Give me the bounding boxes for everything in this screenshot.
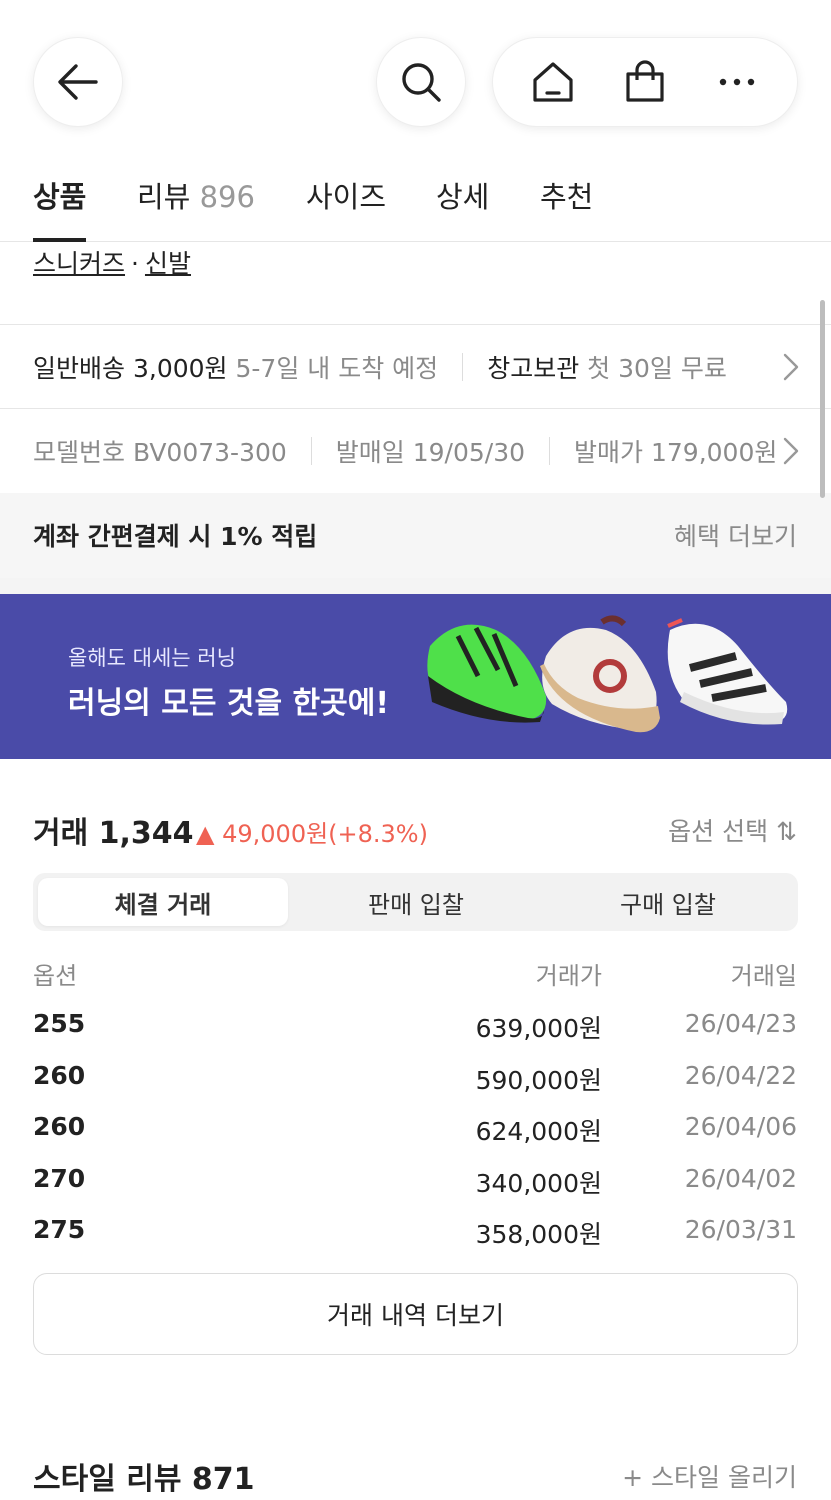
column-header-price: 거래가	[535, 962, 602, 990]
arrow-left-icon	[58, 64, 98, 100]
tab-label: 리뷰	[137, 180, 191, 214]
top-bar	[0, 0, 831, 160]
trade-date: 26/04/02	[684, 1164, 797, 1193]
green-shoe-icon	[427, 624, 547, 723]
tab-review-count: 896	[199, 180, 255, 214]
trade-option: 255	[33, 1009, 86, 1038]
section-gap	[0, 578, 831, 594]
search-button[interactable]	[376, 37, 466, 127]
table-row: 275 358,000원 26/03/31	[0, 1215, 831, 1267]
breadcrumb: 스니커즈 · 신발	[33, 244, 191, 280]
breadcrumb-separator: ·	[131, 249, 139, 278]
segment-concluded-trades[interactable]: 체결 거래	[38, 878, 288, 926]
tab-recommend[interactable]: 추천	[540, 174, 593, 242]
table-row: 270 340,000원 26/04/02	[0, 1164, 831, 1216]
trade-price: 590,000원	[475, 1066, 602, 1095]
segment-sell-bids[interactable]: 판매 입찰	[291, 878, 541, 926]
shipping-info-row[interactable]: 일반배송 3,000원 5-7일 내 도착 예정 창고보관 첫 30일 무료	[0, 325, 831, 409]
trade-option: 270	[33, 1164, 86, 1193]
tab-label: 사이즈	[306, 180, 387, 214]
column-header-date: 거래일	[730, 962, 797, 990]
benefit-text: 계좌 간편결제 시 1% 적립	[33, 522, 318, 551]
release-price: 발매가 179,000원	[574, 438, 778, 467]
segment-buy-bids[interactable]: 구매 입찰	[543, 878, 793, 926]
trade-option: 260	[33, 1112, 86, 1141]
search-icon	[402, 63, 441, 102]
tab-label: 추천	[540, 180, 594, 214]
shipping-method: 일반배송	[33, 354, 126, 383]
trade-date: 26/04/06	[684, 1112, 797, 1141]
trade-price: 639,000원	[475, 1014, 602, 1043]
running-shoes-illustration	[427, 615, 788, 733]
tab-label: 상세	[436, 180, 490, 214]
option-select-button[interactable]: 옵션 선택 ⇅	[668, 812, 797, 848]
table-row: 260 590,000원 26/04/22	[0, 1061, 831, 1113]
cart-button[interactable]	[610, 47, 680, 117]
home-button[interactable]	[518, 47, 588, 117]
trade-count-title: 거래 1,344	[33, 816, 194, 851]
chevron-right-icon	[781, 352, 801, 382]
separator	[310, 437, 312, 465]
storage-label: 창고보관	[487, 354, 580, 383]
trade-price: 624,000원	[475, 1117, 602, 1146]
back-button[interactable]	[33, 37, 123, 127]
column-header-option: 옵션	[33, 962, 78, 990]
product-tabs: 상품 리뷰 896 사이즈 상세 추천	[0, 160, 831, 242]
trade-type-segmented-control: 체결 거래 판매 입찰 구매 입찰	[33, 873, 798, 931]
trade-date: 26/04/22	[684, 1061, 797, 1090]
separator	[549, 437, 551, 465]
tab-product[interactable]: 상품	[33, 174, 87, 242]
home-icon	[533, 62, 573, 102]
style-review-title: 스타일 리뷰 871	[33, 1462, 255, 1497]
release-date: 발매일 19/05/30	[335, 438, 526, 467]
chevron-right-icon	[781, 436, 801, 466]
separator	[462, 353, 464, 381]
table-row: 255 639,000원 26/04/23	[0, 1009, 831, 1061]
breadcrumb-sneakers[interactable]: 스니커즈	[33, 249, 125, 278]
promo-banner[interactable]: 올해도 대세는 러닝 러닝의 모든 것을 한곳에!	[0, 594, 831, 759]
trade-date: 26/04/23	[684, 1009, 797, 1038]
model-number: 모델번호 BV0073-300	[33, 438, 287, 467]
storage-note: 첫 30일 무료	[587, 354, 727, 383]
table-row: 260 624,000원 26/04/06	[0, 1112, 831, 1164]
breadcrumb-shoes[interactable]: 신발	[145, 249, 191, 278]
upload-style-button[interactable]: + 스타일 올리기	[622, 1458, 797, 1494]
benefit-row: 계좌 간편결제 시 1% 적립 혜택 더보기	[0, 493, 831, 578]
shopping-bag-icon	[626, 60, 664, 102]
beige-shoe-icon	[540, 615, 660, 733]
banner-title: 러닝의 모든 것을 한곳에!	[68, 686, 390, 721]
triangle-up-icon: ▲	[196, 820, 215, 848]
top-actions-group	[492, 37, 798, 127]
banner-subtitle: 올해도 대세는 러닝	[68, 646, 236, 670]
shipping-eta: 5-7일 내 도착 예정	[235, 354, 439, 383]
more-dots-icon	[719, 78, 755, 86]
trade-price: 358,000원	[475, 1220, 602, 1249]
scrollbar[interactable]	[820, 300, 825, 498]
tab-size[interactable]: 사이즈	[306, 174, 386, 242]
price-change-value: 49,000원(+8.3%)	[222, 820, 428, 848]
price-change: ▲ 49,000원(+8.3%)	[196, 814, 428, 849]
model-info-row[interactable]: 모델번호 BV0073-300 발매일 19/05/30 발매가 179,000…	[0, 409, 831, 493]
shipping-fee: 3,000원	[132, 354, 228, 383]
tab-label: 상품	[33, 180, 87, 214]
white-shoe-icon	[667, 618, 788, 725]
trade-option: 260	[33, 1061, 86, 1090]
tab-review[interactable]: 리뷰 896	[137, 174, 255, 242]
trade-history-more-button[interactable]: 거래 내역 더보기	[33, 1273, 798, 1355]
trade-option: 275	[33, 1215, 86, 1244]
trade-price: 340,000원	[475, 1169, 602, 1198]
tab-detail[interactable]: 상세	[436, 174, 489, 242]
trade-date: 26/03/31	[684, 1215, 797, 1244]
more-button[interactable]	[702, 47, 772, 117]
benefit-more-link[interactable]: 혜택 더보기	[674, 517, 797, 553]
